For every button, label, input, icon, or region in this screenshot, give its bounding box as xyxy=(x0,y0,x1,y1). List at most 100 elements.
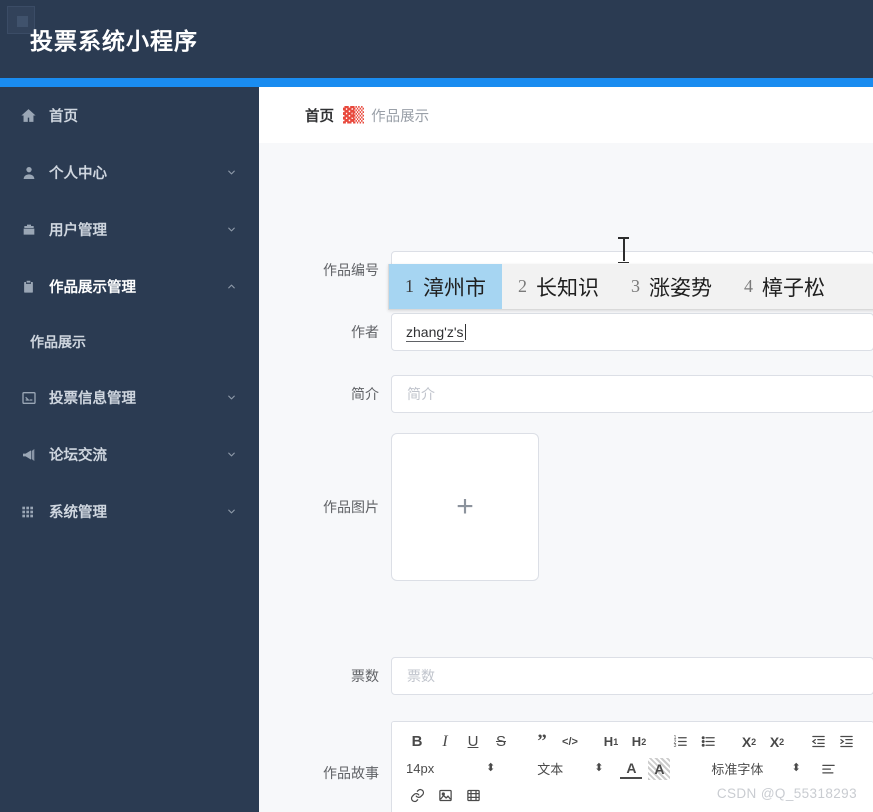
sidebar-item-vote-info-management[interactable]: 投票信息管理 xyxy=(0,369,259,426)
unordered-list-icon[interactable] xyxy=(697,731,719,753)
bold-icon[interactable]: B xyxy=(406,731,428,753)
ime-candidate-word: 涨姿势 xyxy=(649,276,712,300)
breadcrumb-home[interactable]: 首页 xyxy=(305,105,334,126)
video-icon[interactable] xyxy=(462,785,484,807)
subscript-icon[interactable]: X2 xyxy=(738,731,760,753)
ime-candidate-3[interactable]: 3 涨姿势 xyxy=(615,264,728,309)
heading-2-icon[interactable]: H2 xyxy=(628,731,650,753)
home-icon xyxy=(19,106,38,125)
link-icon[interactable] xyxy=(406,785,428,807)
app-header: 投票系统小程序 xyxy=(0,0,873,78)
sidebar-item-label: 个人中心 xyxy=(49,166,107,182)
sidebar-item-forum[interactable]: 论坛交流 xyxy=(0,426,259,483)
ime-candidate-popup[interactable]: 1 漳州市 2 长知识 3 涨姿势 4 樟子松 xyxy=(388,264,873,310)
superscript-icon[interactable]: X2 xyxy=(766,731,788,753)
field-row-author: 作者 zhang'z's xyxy=(305,313,873,351)
ime-candidate-4[interactable]: 4 樟子松 xyxy=(728,264,841,309)
sidebar-item-label: 首页 xyxy=(49,109,78,125)
ime-candidate-word: 长知识 xyxy=(536,276,599,300)
chevron-down-icon[interactable] xyxy=(226,392,237,403)
broken-glyph-icon: ▓▒ xyxy=(343,106,364,124)
sidebar-item-home[interactable]: 首页 xyxy=(0,87,259,144)
clipboard-icon xyxy=(19,277,38,296)
sidebar-item-label: 系统管理 xyxy=(49,505,107,521)
underline-icon[interactable]: U xyxy=(462,731,484,753)
font-size-value: 14px xyxy=(406,761,435,776)
strikethrough-icon[interactable]: S xyxy=(490,731,512,753)
blockquote-icon[interactable]: ” xyxy=(531,731,553,753)
chevron-down-icon[interactable] xyxy=(226,506,237,517)
spinner-icon: ⬍ xyxy=(791,762,801,774)
accent-bar xyxy=(0,78,873,87)
svg-text:3: 3 xyxy=(673,743,676,749)
sidebar-item-user-management[interactable]: 用户管理 xyxy=(0,201,259,258)
ime-candidate-index: 3 xyxy=(631,276,640,296)
work-image-label: 作品图片 xyxy=(323,499,379,515)
work-story-label: 作品故事 xyxy=(323,765,379,781)
ime-candidate-index: 4 xyxy=(744,276,753,296)
breadcrumb: 首页 ▓▒ 作品展示 xyxy=(259,87,873,143)
indent-icon[interactable] xyxy=(835,731,857,753)
image-icon[interactable] xyxy=(434,785,456,807)
font-size-select[interactable]: 14px ⬍ xyxy=(406,761,495,776)
align-icon[interactable] xyxy=(818,758,840,780)
sidebar-subitem-label: 作品展示 xyxy=(30,334,86,350)
block-type-value: 文本 xyxy=(537,762,564,777)
ordered-list-icon[interactable]: 123 xyxy=(669,731,691,753)
intro-input[interactable] xyxy=(391,375,873,413)
field-row-work-story: 作品故事 xyxy=(305,723,391,812)
field-row-intro: 简介 xyxy=(305,375,873,413)
sidebar-item-label: 投票信息管理 xyxy=(49,391,136,407)
font-family-select[interactable]: 标准字体 ⬍ xyxy=(689,759,800,778)
ime-candidate-index: 2 xyxy=(518,276,527,296)
ime-candidate-index: 1 xyxy=(405,276,414,296)
breadcrumb-current: 作品展示 xyxy=(371,108,430,125)
megaphone-icon xyxy=(19,445,38,464)
highlight-color-icon[interactable]: A xyxy=(648,757,671,780)
ime-candidate-1[interactable]: 1 漳州市 xyxy=(389,264,502,309)
grid-icon xyxy=(19,502,38,521)
font-family-value: 标准字体 xyxy=(711,762,764,777)
chevron-up-icon[interactable] xyxy=(226,281,237,292)
sidebar: 首页 个人中心 用户管理 作品展示管理 作品展示 投票信息管理 论坛交流 系统管… xyxy=(0,87,259,812)
sidebar-item-label: 用户管理 xyxy=(49,223,107,239)
briefcase-icon xyxy=(19,220,38,239)
spinner-icon: ⬍ xyxy=(594,762,604,774)
votes-label: 票数 xyxy=(351,668,379,684)
user-icon xyxy=(19,163,38,182)
ballot-icon xyxy=(19,388,38,407)
work-image-upload-button[interactable]: + xyxy=(391,433,539,581)
heading-1-icon[interactable]: H1 xyxy=(600,731,622,753)
field-row-votes: 票数 xyxy=(305,657,873,695)
watermark: CSDN @Q_55318293 xyxy=(716,786,857,801)
outdent-icon[interactable] xyxy=(807,731,829,753)
code-icon[interactable]: </> xyxy=(559,731,581,753)
editor-toolbar-row-2: 14px ⬍ 文本 ⬍ A A 标准字体 ⬍ xyxy=(406,755,859,782)
work-number-label: 作品编号 xyxy=(323,262,379,278)
app-root: 投票系统小程序 首页 个人中心 用户管理 作品展示管理 作品展示 投票信息管理 … xyxy=(0,0,873,812)
block-type-select[interactable]: 文本 ⬍ xyxy=(512,759,603,778)
author-label: 作者 xyxy=(351,324,379,340)
ime-candidate-2[interactable]: 2 长知识 xyxy=(502,264,615,309)
sidebar-item-label: 论坛交流 xyxy=(49,448,107,464)
sidebar-item-label: 作品展示管理 xyxy=(49,280,136,296)
chevron-down-icon[interactable] xyxy=(226,449,237,460)
intro-label: 简介 xyxy=(351,386,379,402)
votes-input[interactable] xyxy=(391,657,873,695)
chevron-down-icon[interactable] xyxy=(226,224,237,235)
sidebar-item-personal-center[interactable]: 个人中心 xyxy=(0,144,259,201)
editor-toolbar-row-1: B I U S ” </> H1 H2 123 X 2 X 2 xyxy=(406,728,859,755)
sidebar-item-system-management[interactable]: 系统管理 xyxy=(0,483,259,540)
app-title: 投票系统小程序 xyxy=(30,28,198,54)
chevron-down-icon[interactable] xyxy=(226,167,237,178)
text-color-icon[interactable]: A xyxy=(620,759,643,779)
ime-candidate-word: 樟子松 xyxy=(762,276,825,300)
sidebar-item-works-display-management[interactable]: 作品展示管理 xyxy=(0,258,259,315)
sidebar-subitem-works-display[interactable]: 作品展示 xyxy=(0,315,259,369)
plus-icon: + xyxy=(456,490,474,523)
author-input[interactable] xyxy=(391,313,873,351)
italic-icon[interactable]: I xyxy=(434,731,456,753)
form-card: 作品编号 作者 zhang'z's 简介 作品图片 + xyxy=(259,143,873,812)
spinner-icon: ⬍ xyxy=(486,762,496,774)
ime-candidate-word: 漳州市 xyxy=(423,276,486,300)
